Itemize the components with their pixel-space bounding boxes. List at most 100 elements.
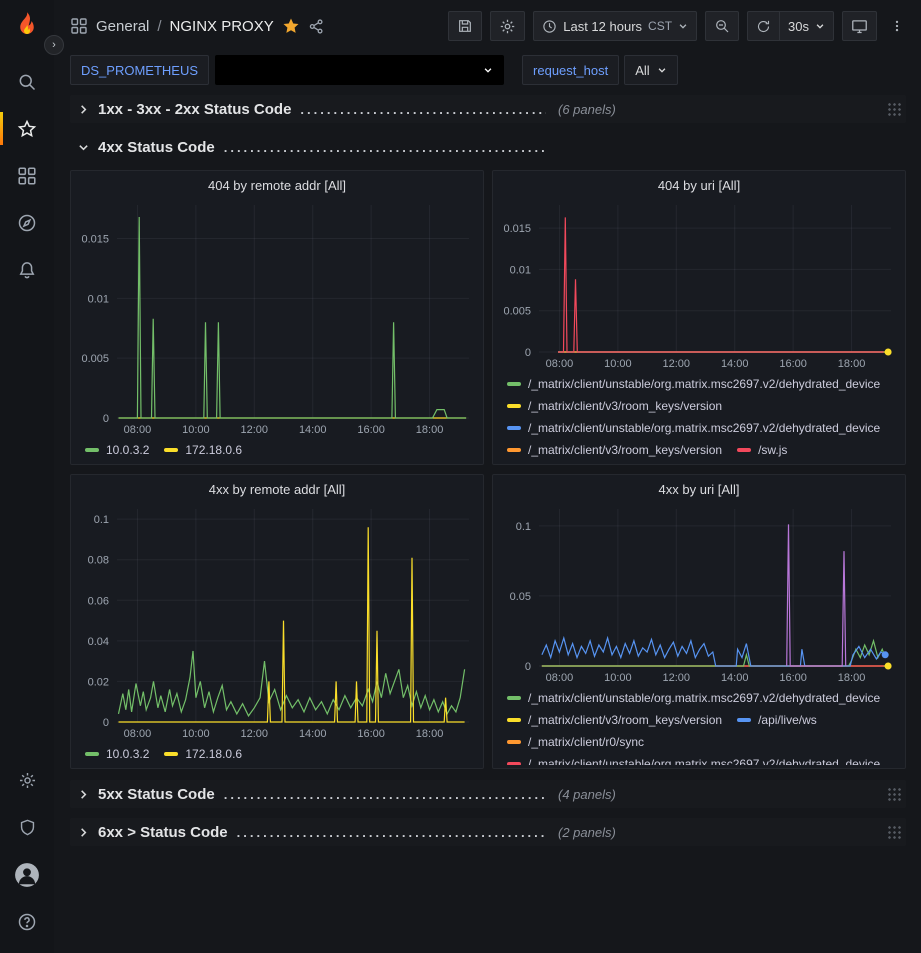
legend-item[interactable]: /_matrix/client/unstable/org.matrix.msc2… (507, 373, 880, 395)
more-options-button[interactable] (885, 11, 909, 41)
svg-text:0.08: 0.08 (88, 555, 109, 567)
monitor-icon (851, 18, 868, 35)
apps-grid-icon (70, 17, 88, 35)
legend-swatch (737, 718, 751, 722)
sidebar-item-dashboards[interactable] (0, 152, 54, 199)
sidebar-item-alerting[interactable] (0, 246, 54, 293)
legend-item[interactable]: /api/live/ws (737, 709, 817, 731)
legend-item[interactable]: 10.0.3.2 (85, 439, 149, 461)
top-bar: General / NGINX PROXY Last 12 hours CST (54, 0, 921, 52)
row-title: 5xx Status Code (98, 786, 215, 803)
sidebar-item-starred[interactable] (0, 105, 54, 152)
timeseries-chart[interactable]: 08:0010:0012:0014:0016:0018:0000.0050.01… (71, 199, 483, 438)
dashboard-settings-button[interactable] (490, 11, 525, 41)
sidebar-item-configuration[interactable] (0, 757, 54, 804)
chevron-right-icon (78, 104, 89, 115)
legend-item[interactable]: /_matrix/client/v3/room_keys/version (507, 709, 722, 731)
row-title: 4xx Status Code (98, 139, 215, 156)
refresh-interval-select[interactable]: 30s (779, 11, 834, 41)
panel-title[interactable]: 404 by remote addr [All] (71, 171, 483, 199)
dashboard-title[interactable]: NGINX PROXY (170, 18, 274, 35)
sidebar-item-search[interactable] (0, 58, 54, 105)
legend-item[interactable]: /_matrix/client/unstable/org.matrix.msc2… (507, 687, 880, 709)
panel-title[interactable]: 4xx by uri [All] (493, 475, 905, 503)
time-range-picker[interactable]: Last 12 hours CST (533, 11, 697, 41)
drag-handle[interactable] (887, 102, 902, 117)
refresh-button[interactable] (747, 11, 779, 41)
legend-item[interactable]: /_matrix/client/unstable/org.matrix.msc2… (507, 417, 880, 439)
help-icon (17, 912, 37, 932)
svg-text:08:00: 08:00 (124, 728, 152, 740)
var-datasource-label[interactable]: DS_PROMETHEUS (70, 55, 209, 85)
svg-text:0.02: 0.02 (88, 676, 109, 688)
timeseries-chart[interactable]: 08:0010:0012:0014:0016:0018:0000.020.040… (71, 503, 483, 742)
save-dashboard-button[interactable] (448, 11, 482, 41)
svg-text:16:00: 16:00 (779, 672, 807, 684)
var-request-host-label-text: request_host (533, 63, 608, 78)
chevron-down-icon (657, 65, 667, 75)
sidebar-expand-chevron[interactable]: › (44, 35, 64, 55)
breadcrumb-folder[interactable]: General (96, 18, 149, 35)
drag-handle[interactable] (887, 787, 902, 802)
legend-label: /_matrix/client/unstable/org.matrix.msc2… (528, 691, 880, 705)
row-5xx: 5xx Status Code ........................… (70, 780, 906, 808)
chevron-down-icon (483, 65, 493, 75)
sidebar-item-help[interactable] (0, 898, 54, 945)
legend-label: /_matrix/client/v3/room_keys/version (528, 399, 722, 413)
legend-swatch (507, 404, 521, 408)
row-toggle-6xx[interactable]: 6xx > Status Code ......................… (70, 824, 546, 841)
legend-item[interactable]: 172.18.0.6 (164, 743, 242, 765)
legend-label: /_matrix/client/unstable/org.matrix.msc2… (528, 421, 880, 435)
sidebar: › (0, 0, 54, 953)
timeseries-chart[interactable]: 08:0010:0012:0014:0016:0018:0000.050.1 (493, 503, 905, 686)
svg-text:0: 0 (525, 661, 531, 673)
zoom-out-icon (714, 18, 730, 34)
panel-404-by-remote-addr: 404 by remote addr [All] 08:0010:0012:00… (70, 170, 484, 465)
panel-title[interactable]: 404 by uri [All] (493, 171, 905, 199)
var-datasource-value-select[interactable] (215, 55, 504, 85)
legend-item[interactable]: /_matrix/client/r0/sync (507, 731, 644, 753)
chevron-down-icon (678, 21, 688, 31)
favorite-star-icon[interactable] (282, 17, 300, 35)
row-toggle-4xx[interactable]: 4xx Status Code ........................… (70, 139, 546, 156)
legend-item[interactable]: /_matrix/client/unstable/org.matrix.msc2… (507, 753, 880, 765)
search-icon (17, 72, 37, 92)
svg-text:0.01: 0.01 (88, 293, 109, 305)
shield-icon (18, 818, 37, 837)
row-leader-dots: ........................................… (224, 140, 546, 155)
panel-title[interactable]: 4xx by remote addr [All] (71, 475, 483, 503)
panel-legend: /_matrix/client/unstable/org.matrix.msc2… (493, 686, 905, 765)
svg-text:0.06: 0.06 (88, 595, 109, 607)
var-request-host-select[interactable]: All (624, 55, 677, 85)
legend-swatch (164, 752, 178, 756)
share-icon[interactable] (308, 18, 325, 35)
legend-item[interactable]: /_matrix/client/v3/room_keys/version (507, 439, 722, 461)
timeseries-chart[interactable]: 08:0010:0012:0014:0016:0018:0000.0050.01… (493, 199, 905, 372)
legend-item[interactable]: 172.18.0.6 (164, 439, 242, 461)
var-request-host-label[interactable]: request_host (522, 55, 619, 85)
svg-text:14:00: 14:00 (721, 358, 749, 370)
legend-item[interactable]: /_matrix/client/v3/room_keys/version (507, 395, 722, 417)
var-datasource-label-text: DS_PROMETHEUS (81, 63, 198, 78)
legend-item[interactable]: 10.0.3.2 (85, 743, 149, 765)
row-toggle-5xx[interactable]: 5xx Status Code ........................… (70, 786, 546, 803)
row-toggle-1xx[interactable]: 1xx - 3xx - 2xx Status Code ............… (70, 101, 546, 118)
legend-swatch (164, 448, 178, 452)
tv-mode-button[interactable] (842, 11, 877, 41)
svg-text:16:00: 16:00 (357, 728, 385, 740)
legend-label: /_matrix/client/unstable/org.matrix.msc2… (528, 757, 880, 765)
kebab-icon (890, 18, 904, 34)
svg-text:12:00: 12:00 (663, 672, 691, 684)
zoom-out-time-button[interactable] (705, 11, 739, 41)
legend-item[interactable]: /sw.js (737, 439, 787, 461)
sidebar-item-profile[interactable] (0, 851, 54, 898)
svg-text:08:00: 08:00 (546, 358, 574, 370)
chart-canvas: 08:0010:0012:0014:0016:0018:0000.0050.01… (71, 199, 483, 438)
sidebar-item-explore[interactable] (0, 199, 54, 246)
sidebar-item-server-admin[interactable] (0, 804, 54, 851)
grafana-logo[interactable] (9, 10, 45, 46)
var-request-host-value-text: All (635, 63, 649, 78)
svg-text:10:00: 10:00 (604, 358, 632, 370)
svg-text:14:00: 14:00 (299, 728, 327, 740)
drag-handle[interactable] (887, 825, 902, 840)
